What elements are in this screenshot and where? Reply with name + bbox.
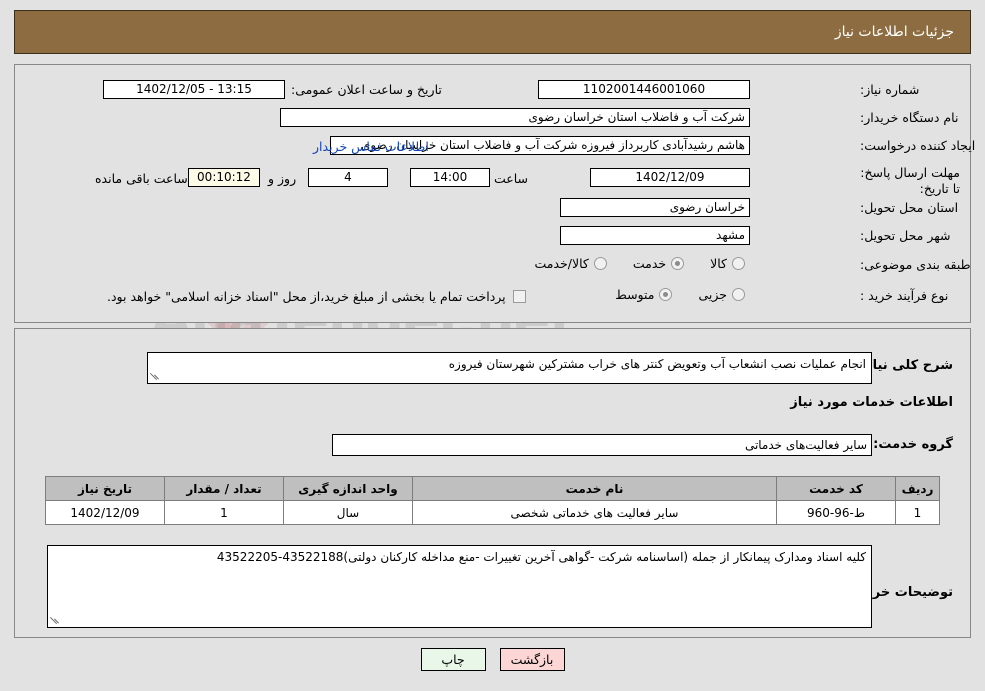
table-cell: سایر فعالیت های خدماتی شخصی — [412, 500, 777, 525]
treasury-checkbox[interactable] — [512, 290, 526, 303]
need-description-textarea[interactable]: انجام عملیات نصب انشعاب آب وتعویض کنتر ه… — [147, 352, 872, 384]
deadline-hour-value: 14:00 — [410, 168, 490, 187]
table-header-cell: نام خدمت — [412, 476, 777, 501]
services-section-title: اطلاعات خدمات مورد نیاز — [790, 395, 953, 410]
category-option-1[interactable]: خدمت — [632, 256, 685, 271]
deadline-label: مهلت ارسال پاسخ: تا تاریخ: — [860, 165, 960, 196]
treasury-note-label: پرداخت تمام یا بخشی از مبلغ خرید،از محل … — [107, 289, 506, 304]
print-button[interactable]: چاپ — [420, 648, 486, 671]
category-option-0[interactable]: کالا — [710, 256, 745, 271]
city-value: مشهد — [560, 226, 750, 245]
buyer-org-value: شرکت آب و فاضلاب استان خراسان رضوی — [280, 108, 750, 127]
service-group-value: سایر فعالیت‌های خدماتی — [332, 434, 872, 456]
city-label: شهر محل تحویل: — [860, 228, 951, 243]
table-header-cell: واحد اندازه گیری — [283, 476, 413, 501]
process-label-1: متوسط — [615, 287, 655, 302]
deadline-hour-label: ساعت — [494, 171, 529, 186]
need-number-value: 1102001446001060 — [538, 80, 750, 99]
creator-label-wrap: ایجاد کننده درخواست: — [860, 138, 975, 153]
process-option-0[interactable]: جزیی — [698, 287, 745, 302]
table-cell: سال — [283, 500, 413, 525]
remaining-days-value: 4 — [308, 168, 388, 187]
category-radio-1[interactable] — [671, 257, 685, 270]
action-button-bar: بازگشت چاپ — [0, 648, 985, 671]
table-cell: ط-96-960 — [776, 500, 896, 525]
table-cell: 1 — [164, 500, 284, 525]
buyer-notes-textarea[interactable]: کلیه اسناد ومدارک پیمانکار از جمله (اساس… — [47, 545, 872, 628]
buyer-notes-text: کلیه اسناد ومدارک پیمانکار از جمله (اساس… — [216, 550, 866, 564]
notes-resize-grip-icon[interactable] — [50, 616, 60, 626]
remaining-days-label: روز و — [268, 171, 297, 186]
category-label-wrap: طبقه بندی موضوعی: — [860, 257, 971, 272]
table-header-cell: تعداد / مقدار — [164, 476, 284, 501]
back-button[interactable]: بازگشت — [499, 648, 565, 671]
category-label: طبقه بندی موضوعی: — [860, 257, 971, 272]
page-header: جزئیات اطلاعات نیاز — [14, 10, 971, 54]
announce-label-wrap: تاریخ و ساعت اعلان عمومی: — [291, 82, 442, 97]
buyer-org-label-wrap: نام دستگاه خریدار: — [860, 110, 958, 125]
process-label-wrap: نوع فرآیند خرید : — [860, 288, 948, 303]
table-header-row: ردیف کد خدمت نام خدمت واحد اندازه گیری تعداد… — [45, 476, 940, 501]
need-number-row: شماره نیاز: — [860, 82, 919, 97]
category-radio-group[interactable]: کالا خدمت کالا/خدمت — [508, 256, 745, 273]
category-radio-2[interactable] — [593, 257, 607, 270]
table-cell: 1 — [895, 500, 940, 525]
countdown-timer: 00:10:12 — [188, 168, 260, 187]
treasury-note-row: پرداخت تمام یا بخشی از مبلغ خرید،از محل … — [107, 289, 526, 304]
table-header-cell: ردیف — [895, 476, 940, 501]
services-table: ردیف کد خدمت نام خدمت واحد اندازه گیری تعداد… — [45, 476, 940, 525]
need-description-text: انجام عملیات نصب انشعاب آب وتعویض کنتر ه… — [448, 357, 866, 371]
announce-datetime-label: تاریخ و ساعت اعلان عمومی: — [291, 82, 442, 97]
category-label-0: کالا — [710, 256, 727, 271]
process-label: نوع فرآیند خرید : — [860, 288, 949, 303]
category-label-1: خدمت — [632, 256, 667, 271]
page-title: جزئیات اطلاعات نیاز — [834, 24, 954, 40]
process-option-1[interactable]: متوسط — [615, 287, 673, 302]
table-header-cell: تاریخ نیاز — [45, 476, 165, 501]
description-label: شرح کلی نیاز: — [859, 358, 953, 373]
process-radio-1[interactable] — [659, 288, 673, 301]
province-label-wrap: استان محل تحویل: — [860, 200, 958, 215]
process-radio-group[interactable]: جزیی متوسط — [589, 287, 745, 304]
city-label-wrap: شهر محل تحویل: — [860, 228, 950, 243]
category-radio-0[interactable] — [732, 257, 745, 270]
deadline-date-value: 1402/12/09 — [590, 168, 750, 187]
countdown-label: ساعت باقی مانده — [95, 171, 188, 186]
province-value: خراسان رضوی — [560, 198, 750, 217]
category-label-2: کالا/خدمت — [534, 256, 589, 271]
buyer-contact-link[interactable]: اطلاعات تماس خریدار — [313, 139, 429, 154]
table-row: 1 ط-96-960 سایر فعالیت های خدماتی شخصی سال 1… — [45, 500, 940, 525]
service-group-label: گروه خدمت: — [873, 437, 953, 452]
buyer-org-label: نام دستگاه خریدار: — [860, 110, 959, 125]
need-number-label: شماره نیاز: — [860, 82, 920, 97]
process-radio-0[interactable] — [732, 288, 745, 301]
table-cell: 1402/12/09 — [45, 500, 165, 525]
need-info-panel — [14, 64, 971, 323]
deadline-label-wrap: مهلت ارسال پاسخ: تا تاریخ: — [860, 165, 960, 197]
resize-grip-icon[interactable] — [150, 372, 160, 382]
process-label-0: جزیی — [698, 287, 727, 302]
announce-datetime-value: 13:15 - 1402/12/05 — [103, 80, 285, 99]
creator-label: ایجاد کننده درخواست: — [860, 138, 976, 153]
province-label: استان محل تحویل: — [860, 200, 959, 215]
table-header-cell: کد خدمت — [776, 476, 896, 501]
category-option-2[interactable]: کالا/خدمت — [534, 256, 607, 271]
